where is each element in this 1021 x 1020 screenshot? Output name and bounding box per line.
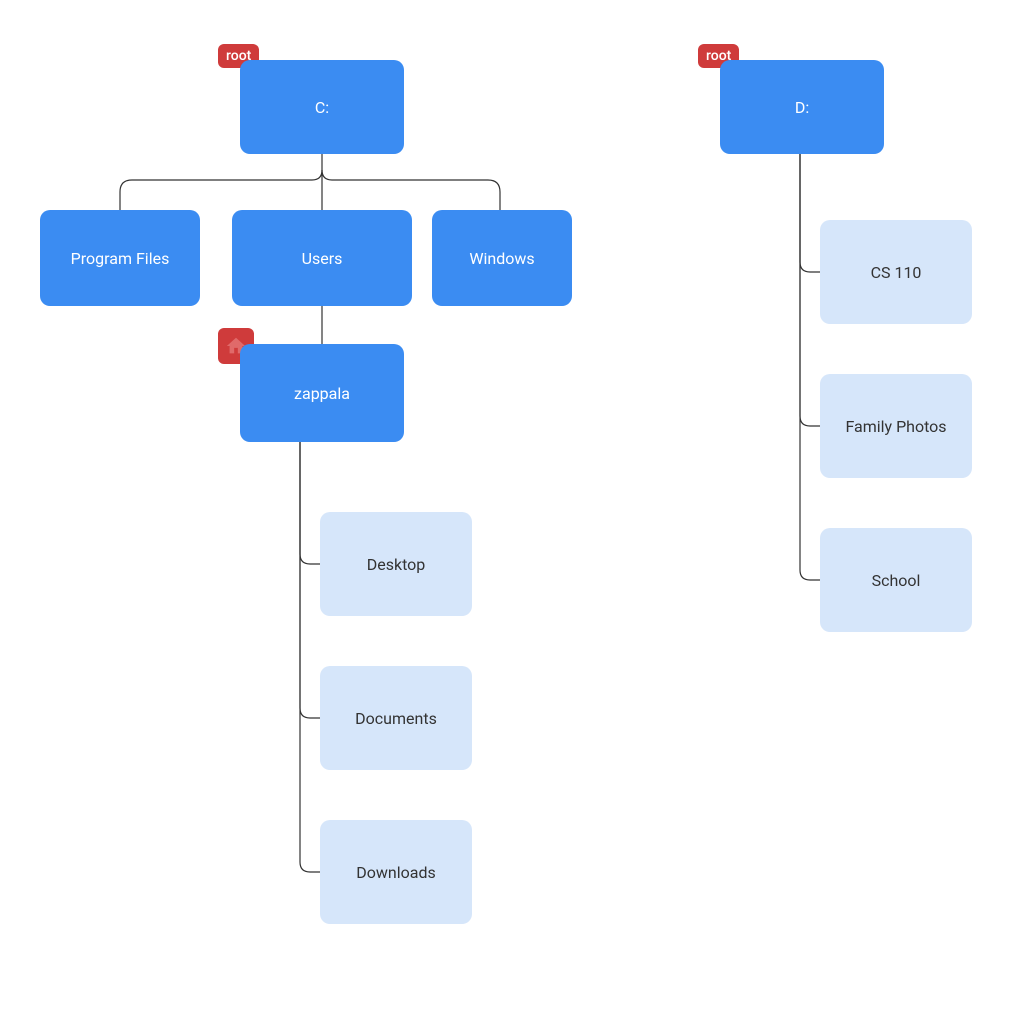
node-desktop: Desktop (320, 512, 472, 616)
node-windows: Windows (432, 210, 572, 306)
node-cs110: CS 110 (820, 220, 972, 324)
node-windows-label: Windows (469, 249, 534, 268)
node-family-photos: Family Photos (820, 374, 972, 478)
node-d-drive-label: D: (795, 98, 809, 117)
node-documents: Documents (320, 666, 472, 770)
node-d-drive: D: (720, 60, 884, 154)
node-documents-label: Documents (355, 709, 437, 728)
node-c-drive: C: (240, 60, 404, 154)
node-downloads: Downloads (320, 820, 472, 924)
node-program-files-label: Program Files (71, 249, 170, 268)
node-users-label: Users (302, 249, 343, 268)
node-family-photos-label: Family Photos (845, 417, 946, 436)
node-desktop-label: Desktop (367, 555, 426, 574)
node-program-files: Program Files (40, 210, 200, 306)
node-cs110-label: CS 110 (871, 263, 922, 282)
node-c-drive-label: C: (315, 98, 329, 117)
node-zappala-label: zappala (294, 384, 350, 403)
node-zappala: zappala (240, 344, 404, 442)
node-downloads-label: Downloads (356, 863, 435, 882)
node-school: School (820, 528, 972, 632)
node-school-label: School (872, 571, 921, 590)
node-users: Users (232, 210, 412, 306)
